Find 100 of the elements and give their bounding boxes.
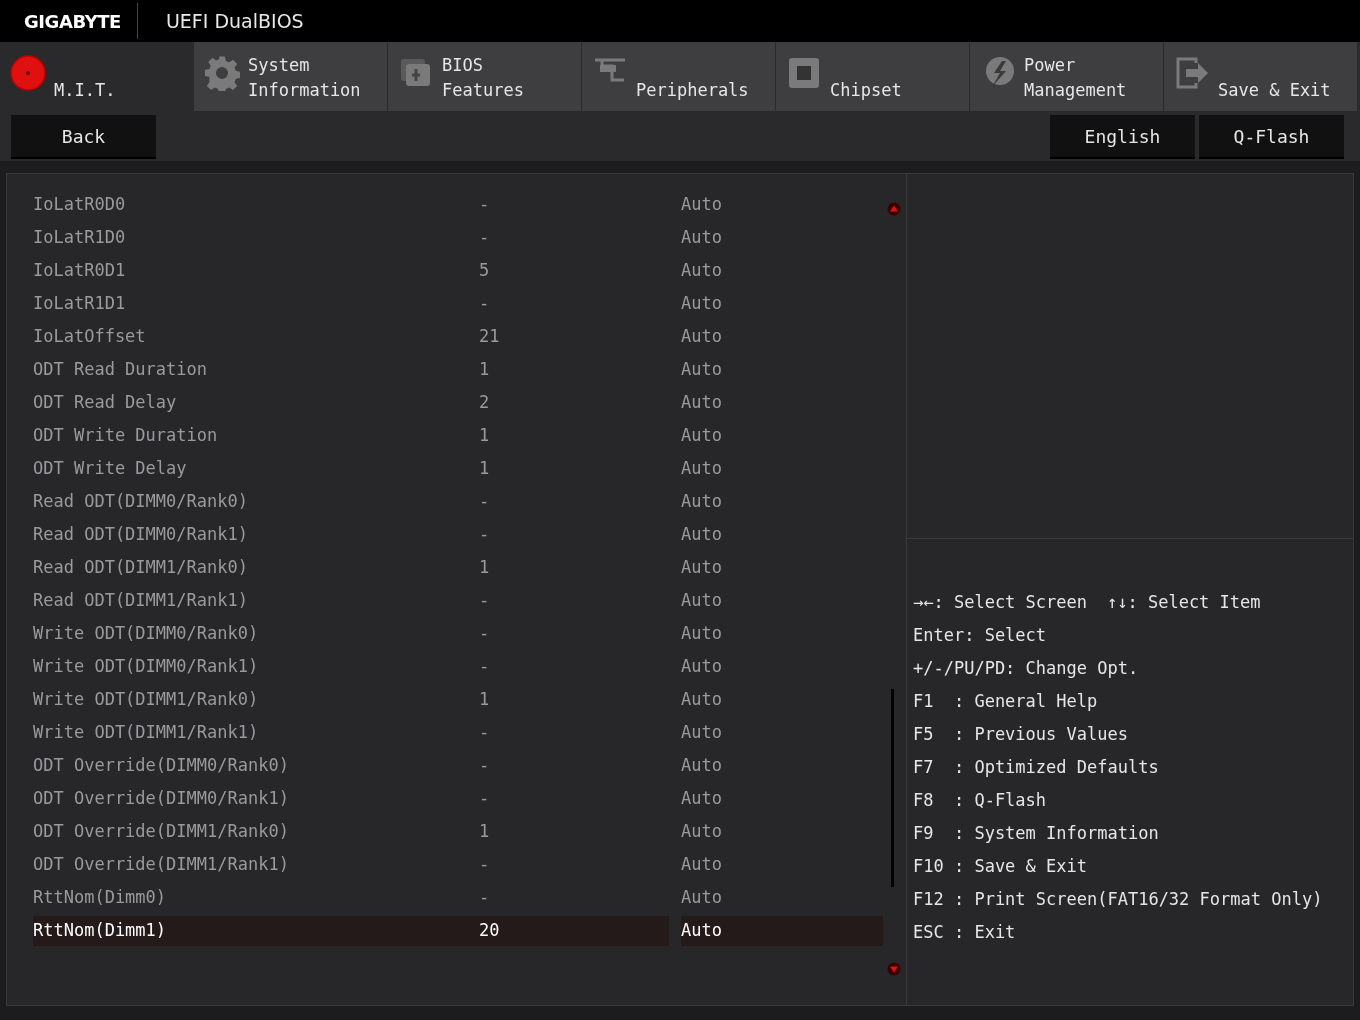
setting-name[interactable]: IoLatR1D0 - xyxy=(33,222,669,253)
tab-label: Power xyxy=(1024,54,1077,77)
setting-name[interactable]: Read ODT(DIMM0/Rank0) - xyxy=(33,486,669,517)
help-text: ESC : Exit xyxy=(913,921,1017,944)
setting-name[interactable]: Read ODT(DIMM0/Rank1) - xyxy=(33,519,669,550)
tab-label: Features xyxy=(442,79,524,102)
toolbar-button[interactable]: English xyxy=(1050,115,1195,157)
setting-value: 5 xyxy=(479,258,490,282)
scrollbar-thumb[interactable] xyxy=(891,689,894,887)
menu-tab[interactable]: Save & Exit xyxy=(1164,42,1358,111)
setting-name[interactable]: ODT Override(DIMM0/Rank1) - xyxy=(33,783,669,814)
setting-name[interactable]: IoLatOffset 21 xyxy=(33,321,669,352)
setting-value: 20 xyxy=(479,918,500,942)
help-text: F5 : Previous Values xyxy=(913,723,1129,746)
setting-value: 1 xyxy=(479,687,490,711)
scroll-up-icon[interactable] xyxy=(887,202,901,216)
setting-value: 1 xyxy=(479,555,490,579)
setting-option[interactable]: Auto xyxy=(681,255,883,286)
setting-name[interactable]: Write ODT(DIMM0/Rank1) - xyxy=(33,651,669,682)
setting-option[interactable]: Auto xyxy=(681,288,883,319)
setting-name[interactable]: ODT Read Delay 2 xyxy=(33,387,669,418)
tab-label: Management xyxy=(1024,79,1127,102)
tab-label: System xyxy=(248,54,311,77)
help-text: F7 : Optimized Defaults xyxy=(913,756,1160,779)
help-text: →←: Select Screen xyxy=(913,591,1087,614)
gear-icon xyxy=(204,54,240,91)
setting-option[interactable]: Auto xyxy=(681,717,883,748)
tab-label: BIOS xyxy=(442,54,484,77)
help-text: F9 : System Information xyxy=(913,822,1160,845)
setting-value: - xyxy=(479,720,490,744)
disc-icon xyxy=(10,54,46,91)
tab-label: Information xyxy=(248,79,361,102)
setting-name[interactable]: Write ODT(DIMM1/Rank0) 1 xyxy=(33,684,669,715)
setting-value: - xyxy=(479,885,490,909)
setting-name[interactable]: RttNom(Dimm0) - xyxy=(33,882,669,913)
help-text: F8 : Q-Flash xyxy=(913,789,1048,812)
tab-label: M.I.T. xyxy=(54,79,116,102)
setting-option[interactable]: Auto xyxy=(681,453,883,484)
setting-name[interactable]: ODT Override(DIMM0/Rank0) - xyxy=(33,750,669,781)
setting-name[interactable]: ODT Write Duration 1 xyxy=(33,420,669,451)
setting-option[interactable]: Auto xyxy=(681,552,883,583)
menu-tab[interactable]: System Information xyxy=(194,42,388,111)
setting-option[interactable]: Auto xyxy=(681,651,883,682)
setting-option[interactable]: Auto xyxy=(681,816,883,847)
setting-option[interactable]: Auto xyxy=(681,387,883,418)
setting-value: 1 xyxy=(479,456,490,480)
setting-name[interactable]: Read ODT(DIMM1/Rank0) 1 xyxy=(33,552,669,583)
help-text: Enter: Select xyxy=(913,624,1048,647)
setting-name[interactable]: Read ODT(DIMM1/Rank1) - xyxy=(33,585,669,616)
setting-option[interactable]: Auto xyxy=(681,750,883,781)
setting-option[interactable]: Auto xyxy=(681,849,883,880)
setting-value: 1 xyxy=(479,423,490,447)
setting-name[interactable]: IoLatR1D1 - xyxy=(33,288,669,319)
setting-name[interactable]: IoLatR0D0 - xyxy=(33,189,669,220)
setting-option[interactable]: Auto xyxy=(681,354,883,385)
setting-name[interactable]: ODT Override(DIMM1/Rank0) 1 xyxy=(33,816,669,847)
setting-value: - xyxy=(479,654,490,678)
setting-option[interactable]: Auto xyxy=(681,915,883,946)
setting-name[interactable]: ODT Write Delay 1 xyxy=(33,453,669,484)
setting-value: - xyxy=(479,489,490,513)
tab-label: Chipset xyxy=(830,79,902,102)
setting-value: - xyxy=(479,621,490,645)
setting-value: - xyxy=(479,786,490,810)
setting-option[interactable]: Auto xyxy=(681,882,883,913)
back-button[interactable]: Back xyxy=(11,115,156,157)
menu-tab[interactable]: BIOS Features xyxy=(388,42,582,111)
setting-value: 1 xyxy=(479,819,490,843)
help-text: ↑↓: Select Item xyxy=(1107,591,1261,614)
menu-tab[interactable]: Chipset xyxy=(776,42,970,111)
help-text: F12 : Print Screen(FAT16/32 Format Only) xyxy=(913,888,1324,911)
setting-option[interactable]: Auto xyxy=(681,783,883,814)
setting-value: - xyxy=(479,291,490,315)
menu-tab[interactable]: Peripherals xyxy=(582,42,776,111)
setting-value: - xyxy=(479,852,490,876)
setting-value: - xyxy=(479,192,490,216)
setting-option[interactable]: Auto xyxy=(681,420,883,451)
setting-option[interactable]: Auto xyxy=(681,486,883,517)
setting-name[interactable]: Write ODT(DIMM0/Rank0) - xyxy=(33,618,669,649)
setting-value: - xyxy=(479,225,490,249)
setting-option[interactable]: Auto xyxy=(681,189,883,220)
setting-name[interactable]: IoLatR0D1 5 xyxy=(33,255,669,286)
help-text: F1 : General Help xyxy=(913,690,1099,713)
setting-value: 1 xyxy=(479,357,490,381)
help-text: +/-/PU/PD: Change Opt. xyxy=(913,657,1140,680)
setting-value: 2 xyxy=(479,390,490,414)
setting-option[interactable]: Auto xyxy=(681,585,883,616)
toolbar-button[interactable]: Q-Flash xyxy=(1199,115,1344,157)
setting-name[interactable]: RttNom(Dimm1) 20 xyxy=(33,915,669,946)
setting-name[interactable]: ODT Override(DIMM1/Rank1) - xyxy=(33,849,669,880)
setting-option[interactable]: Auto xyxy=(681,618,883,649)
setting-option[interactable]: Auto xyxy=(681,321,883,352)
setting-name[interactable]: ODT Read Duration 1 xyxy=(33,354,669,385)
setting-option[interactable]: Auto xyxy=(681,519,883,550)
scroll-down-icon[interactable] xyxy=(887,962,901,976)
setting-name[interactable]: Write ODT(DIMM1/Rank1) - xyxy=(33,717,669,748)
setting-value: - xyxy=(479,753,490,777)
setting-option[interactable]: Auto xyxy=(681,684,883,715)
tab-label: Peripherals xyxy=(636,79,749,102)
setting-option[interactable]: Auto xyxy=(681,222,883,253)
menu-tab[interactable]: Power Management xyxy=(970,42,1164,111)
